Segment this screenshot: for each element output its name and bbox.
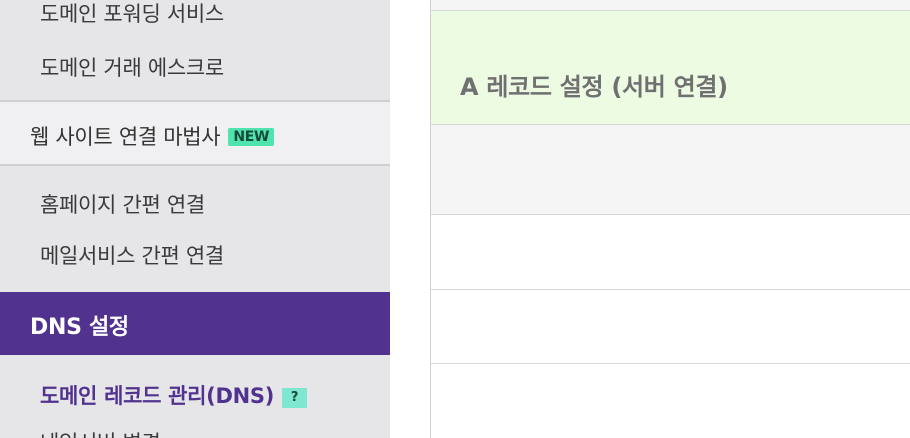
sidebar-item-dns-records[interactable]: 도메인 레코드 관리(DNS)?	[40, 380, 308, 410]
table-row	[431, 290, 910, 364]
help-icon[interactable]: ?	[282, 388, 308, 408]
sidebar-item-nameserver-change[interactable]: 네임서버 변경	[40, 427, 161, 438]
section-title: A 레코드 설정 (서버 연결)	[460, 73, 728, 101]
sidebar-section-label: DNS 설정	[30, 315, 129, 340]
table-row	[431, 125, 910, 215]
new-badge: NEW	[228, 128, 275, 146]
sidebar-item-label: 웹 사이트 연결 마법사	[30, 125, 221, 149]
main-content: A 레코드 설정 (서버 연결)	[430, 0, 910, 438]
a-record-section-header: A 레코드 설정 (서버 연결)	[431, 11, 910, 125]
sidebar: 도메인 포워딩 서비스 도메인 거래 에스크로 웹 사이트 연결 마법사 NEW …	[0, 0, 390, 438]
sidebar-item-mail-connect[interactable]: 메일서비스 간편 연결	[40, 240, 224, 270]
sidebar-item-domain-escrow[interactable]: 도메인 거래 에스크로	[40, 52, 224, 82]
table-row	[431, 215, 910, 290]
table-row	[431, 0, 910, 11]
sidebar-item-homepage-connect[interactable]: 홈페이지 간편 연결	[40, 189, 205, 219]
sidebar-item-domain-forwarding[interactable]: 도메인 포워딩 서비스	[40, 0, 224, 28]
table-row	[431, 364, 910, 438]
sidebar-section-dns[interactable]: DNS 설정	[0, 292, 390, 355]
sidebar-item-label: 도메인 레코드 관리(DNS)	[40, 384, 275, 408]
sidebar-item-website-wizard[interactable]: 웹 사이트 연결 마법사 NEW	[0, 100, 390, 166]
